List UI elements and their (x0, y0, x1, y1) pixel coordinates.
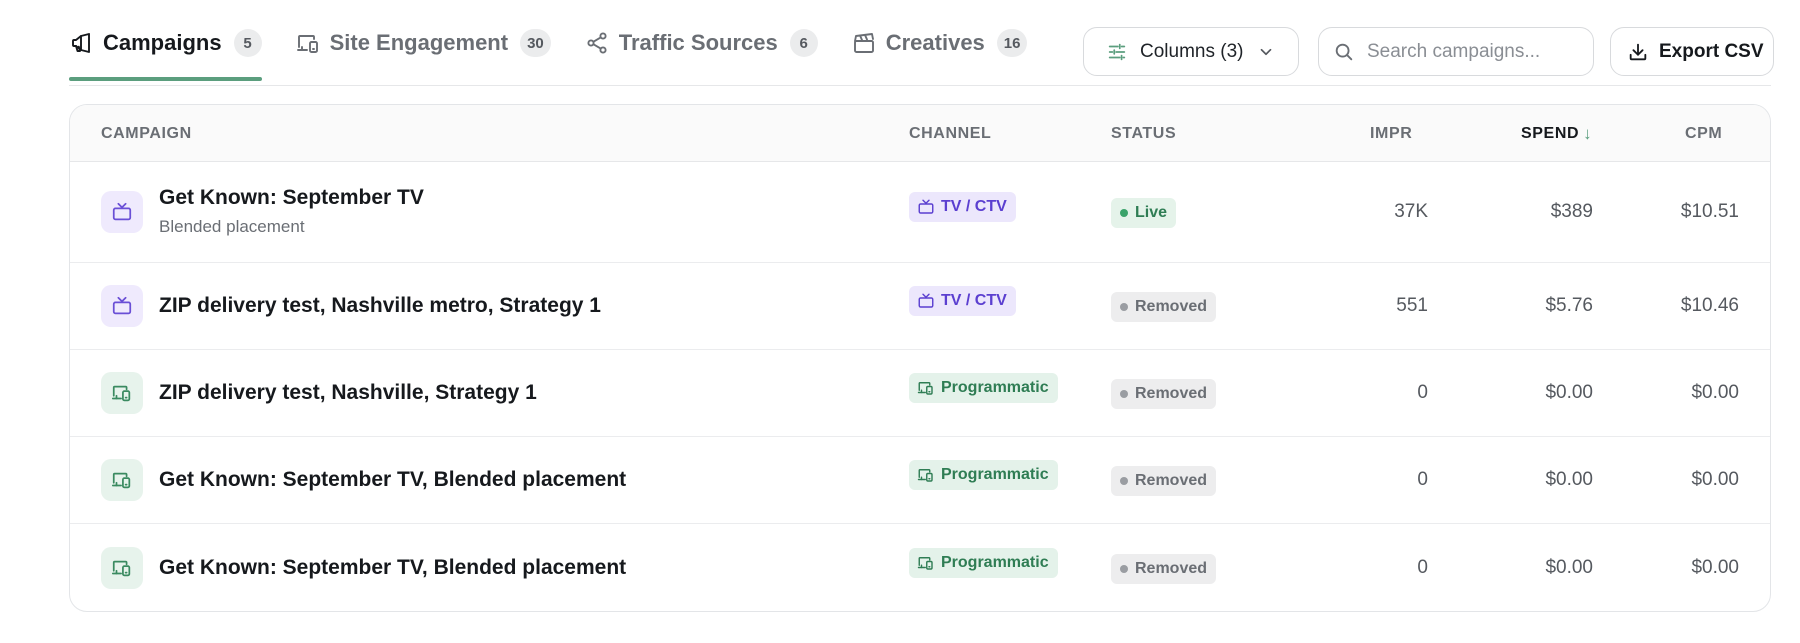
channel-badge: Programmatic (909, 460, 1058, 490)
channel-badge: Programmatic (909, 373, 1058, 403)
clapperboard-icon (852, 31, 876, 55)
tab-campaigns[interactable]: Campaigns 5 (69, 0, 262, 86)
spend-value: $5.76 (1545, 295, 1593, 316)
table-row[interactable]: Get Known: September TV, Blended placeme… (70, 437, 1770, 524)
tv-icon (101, 285, 143, 327)
spend-value: $389 (1550, 201, 1593, 222)
tab-label: Traffic Sources (618, 30, 778, 55)
megaphone-icon (69, 31, 93, 55)
cpm-value: $0.00 (1691, 469, 1739, 490)
devices-icon (101, 546, 143, 589)
devices-icon (101, 372, 143, 414)
channel-badge: TV / CTV (909, 286, 1016, 316)
status-badge: Live (1111, 198, 1177, 228)
top-toolbar: Campaigns 5 Site Engagement 30 Traffic S… (69, 0, 1774, 86)
tab-count-badge: 16 (996, 29, 1028, 57)
status-badge: Removed (1111, 292, 1217, 322)
export-csv-button[interactable]: Export CSV (1610, 27, 1774, 76)
tab-label: Site Engagement (329, 30, 509, 55)
campaign-name[interactable]: Get Known: September TV (159, 186, 424, 210)
devices-icon (101, 459, 143, 501)
tv-icon (917, 292, 941, 310)
devices-icon (917, 379, 941, 397)
sort-descending-icon: ↓ (1583, 123, 1593, 143)
download-icon (1627, 41, 1649, 63)
status-dot-icon (1120, 209, 1128, 217)
channel-badge: Programmatic (909, 547, 1058, 578)
impressions-value: 37K (1394, 201, 1428, 222)
campaigns-table: CAMPAIGN CHANNEL STATUS IMPR SPEND ↓ CPM … (69, 104, 1771, 612)
chevron-down-icon (1257, 43, 1275, 61)
search-box (1318, 27, 1594, 76)
cpm-value: $0.00 (1691, 556, 1739, 578)
sliders-icon (1106, 41, 1128, 63)
campaign-name[interactable]: Get Known: September TV, Blended placeme… (159, 556, 626, 580)
status-dot-icon (1120, 303, 1128, 311)
tab-label: Campaigns (103, 30, 222, 55)
tv-icon (917, 198, 941, 216)
impressions-value: 0 (1417, 469, 1428, 490)
tab-count-badge: 6 (789, 29, 818, 57)
impressions-value: 0 (1417, 556, 1428, 578)
export-label: Export CSV (1659, 40, 1764, 62)
table-header: CAMPAIGN CHANNEL STATUS IMPR SPEND ↓ CPM (70, 105, 1770, 162)
devices-icon (917, 466, 941, 484)
status-dot-icon (1120, 564, 1128, 573)
column-header-spend[interactable]: SPEND ↓ (1521, 105, 1592, 162)
table-row[interactable]: ZIP delivery test, Nashville metro, Stra… (70, 263, 1770, 350)
table-row[interactable]: Get Known: September TV, Blended placeme… (70, 524, 1770, 611)
status-dot-icon (1120, 390, 1128, 398)
column-header-cpm[interactable]: CPM (1685, 105, 1722, 162)
campaign-name[interactable]: ZIP delivery test, Nashville metro, Stra… (159, 294, 601, 318)
column-header-campaign[interactable]: CAMPAIGN (101, 105, 192, 162)
share-icon (585, 31, 609, 55)
table-row[interactable]: Get Known: September TV Blended placement… (70, 162, 1770, 263)
status-dot-icon (1120, 477, 1128, 485)
tab-label: Creatives (885, 30, 985, 55)
tab-site-engagement[interactable]: Site Engagement 30 (296, 0, 585, 86)
cpm-value: $10.51 (1680, 201, 1739, 222)
status-badge: Removed (1111, 379, 1217, 409)
spend-value: $0.00 (1545, 382, 1593, 403)
columns-label: Columns (3) (1140, 40, 1244, 62)
status-badge: Removed (1111, 553, 1217, 584)
campaign-subtitle: Blended placement (159, 217, 305, 236)
tv-icon (101, 191, 143, 233)
cpm-value: $10.46 (1680, 295, 1739, 316)
tab-count-badge: 5 (233, 29, 262, 57)
spend-value: $0.00 (1545, 556, 1593, 578)
tab-traffic-sources[interactable]: Traffic Sources 6 (585, 0, 852, 86)
column-header-impr[interactable]: IMPR (1370, 105, 1412, 162)
impressions-value: 551 (1396, 295, 1428, 316)
campaign-name[interactable]: ZIP delivery test, Nashville, Strategy 1 (159, 381, 537, 405)
column-header-status[interactable]: STATUS (1111, 105, 1176, 162)
columns-dropdown-button[interactable]: Columns (3) (1083, 27, 1299, 76)
campaign-name[interactable]: Get Known: September TV, Blended placeme… (159, 468, 626, 492)
impressions-value: 0 (1417, 382, 1428, 403)
search-input[interactable] (1367, 40, 1587, 63)
tab-count-badge: 30 (520, 29, 551, 57)
cpm-value: $0.00 (1691, 382, 1739, 403)
spend-value: $0.00 (1545, 469, 1593, 490)
column-header-channel[interactable]: CHANNEL (909, 105, 991, 162)
channel-badge: TV / CTV (909, 192, 1016, 222)
status-badge: Removed (1111, 466, 1217, 496)
tab-bar: Campaigns 5 Site Engagement 30 Traffic S… (69, 0, 1061, 86)
devices-icon (917, 554, 941, 572)
devices-icon (296, 31, 320, 55)
table-body: Get Known: September TV Blended placement… (70, 162, 1770, 611)
search-icon (1335, 43, 1353, 60)
table-row[interactable]: ZIP delivery test, Nashville, Strategy 1… (70, 350, 1770, 437)
tab-creatives[interactable]: Creatives 16 (852, 0, 1062, 86)
